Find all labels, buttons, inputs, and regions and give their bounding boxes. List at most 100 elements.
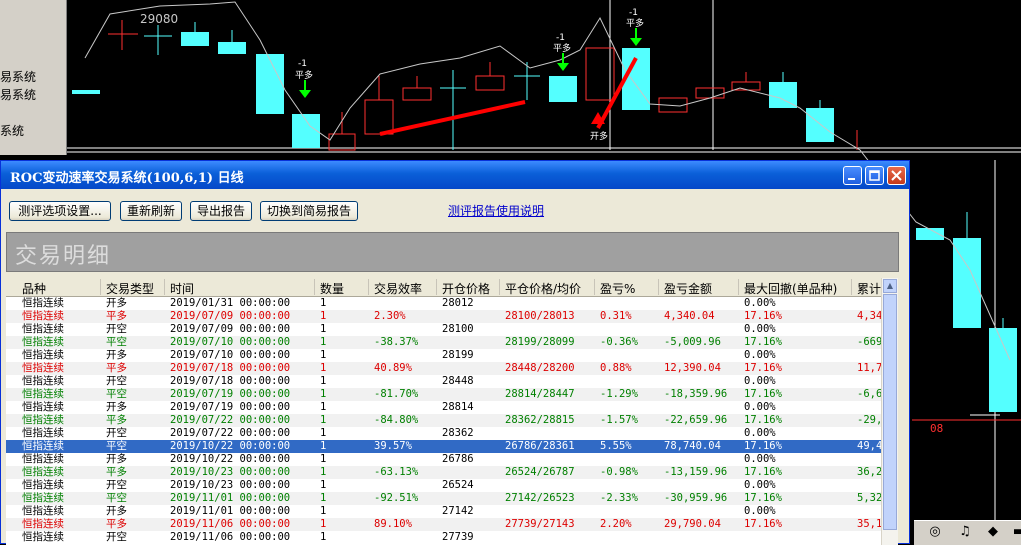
table-cell: 28362: [442, 427, 474, 439]
table-cell: -92.51%: [374, 492, 419, 504]
table-row[interactable]: 恒指连续 平多 2019/07/22 00:00:00 1 -84.80% 28362/2…: [6, 414, 881, 427]
column-header[interactable]: 开仓价格: [442, 280, 490, 297]
column-header[interactable]: 平仓价格/均价: [505, 280, 581, 297]
scroll-up-button[interactable]: ▲: [883, 279, 897, 293]
column-header[interactable]: 时间: [170, 280, 194, 297]
table-cell: 28100: [442, 323, 474, 335]
column-separator: [314, 279, 315, 295]
column-header[interactable]: 盈亏%: [600, 280, 635, 297]
table-cell: 28199/28099: [505, 336, 575, 348]
table-cell: 2019/07/10 00:00:00: [170, 349, 291, 361]
table-cell: 开多: [106, 401, 127, 413]
table-cell: 开多: [106, 297, 127, 309]
maximize-button[interactable]: [865, 166, 884, 185]
table-cell: 1: [320, 388, 327, 400]
table-cell: 1: [320, 323, 327, 335]
table-cell: 2019/10/23 00:00:00: [170, 479, 291, 491]
table-cell: 1: [320, 414, 327, 426]
table-cell: 0.00%: [744, 453, 776, 465]
table-cell: 平空: [106, 336, 127, 348]
help-icon[interactable]: ◎: [926, 523, 944, 541]
table-cell: 17.16%: [744, 362, 782, 374]
table-row[interactable]: 恒指连续 开多 2019/07/19 00:00:00 1 28814 0.00%: [6, 401, 881, 414]
signal-count: -1: [556, 33, 565, 43]
table-cell: 恒指连续: [22, 349, 64, 361]
column-separator: [851, 279, 852, 295]
left-panel-line: 易系统: [0, 70, 37, 84]
column-header[interactable]: 最大回撤(单品种): [744, 280, 837, 297]
table-row[interactable]: 恒指连续 开多 2019/07/10 00:00:00 1 28199 0.00%: [6, 349, 881, 362]
table-cell: 平空: [106, 492, 127, 504]
table-cell: 2019/11/06 00:00:00: [170, 518, 291, 530]
window-titlebar[interactable]: ROC变动速率交易系统(100,6,1) 日线: [1, 161, 909, 189]
table-cell: 78,740.04: [664, 440, 721, 452]
bell-icon[interactable]: ♫: [956, 523, 974, 541]
report-window: ROC变动速率交易系统(100,6,1) 日线 测评选项设置... 重新刷新 导…: [0, 160, 910, 545]
close-button[interactable]: [887, 166, 906, 185]
left-panel-line: 易系统: [0, 88, 37, 102]
table-cell: -5,009.96: [664, 336, 721, 348]
table-row[interactable]: 恒指连续 开多 2019/01/31 00:00:00 1 28012 0.00%: [6, 297, 881, 310]
table-row[interactable]: 恒指连续 开多 2019/10/22 00:00:00 1 26786 0.00%: [6, 453, 881, 466]
table-cell: 恒指连续: [22, 388, 64, 400]
table-cell: 2019/07/19 00:00:00: [170, 388, 291, 400]
folder-icon[interactable]: ▬: [1010, 523, 1021, 541]
table-cell: 17.16%: [744, 414, 782, 426]
minimize-button[interactable]: [843, 166, 862, 185]
column-header[interactable]: 累计: [857, 280, 881, 297]
tag-icon[interactable]: ◆: [984, 523, 1002, 541]
table-row[interactable]: 恒指连续 开多 2019/11/01 00:00:00 1 27142 0.00%: [6, 505, 881, 518]
column-header[interactable]: 交易效率: [374, 280, 422, 297]
left-panel: 易系统 易系统 系统: [0, 0, 67, 155]
table-cell: 28362/28815: [505, 414, 575, 426]
table-row[interactable]: 恒指连续 开空 2019/11/06 00:00:00 1 27739: [6, 531, 881, 544]
table-cell: 26524: [442, 479, 474, 491]
table-cell: 5,32: [857, 492, 881, 504]
column-separator: [164, 279, 165, 295]
table-cell: -30,959.96: [664, 492, 728, 504]
table-row[interactable]: 恒指连续 开空 2019/07/22 00:00:00 1 28362 0.00%: [6, 427, 881, 440]
table-cell: 恒指连续: [22, 466, 64, 478]
table-cell: 恒指连续: [22, 414, 64, 426]
table-cell: 平多: [106, 414, 127, 426]
refresh-button[interactable]: 重新刷新: [120, 201, 182, 221]
status-tray: ◎ ♫ ◆ ▬: [914, 520, 1021, 545]
scroll-thumb[interactable]: [883, 294, 897, 530]
table-row[interactable]: 恒指连续 平多 2019/10/23 00:00:00 1 -63.13% 26524/2…: [6, 466, 881, 479]
column-header[interactable]: 盈亏金额: [664, 280, 712, 297]
table-cell: 平多: [106, 362, 127, 374]
export-button[interactable]: 导出报告: [190, 201, 252, 221]
table-cell: 恒指连续: [22, 375, 64, 387]
column-header[interactable]: 交易类型: [106, 280, 154, 297]
table-cell: -669: [857, 336, 881, 348]
table-cell: 2.20%: [600, 518, 632, 530]
trade-table[interactable]: 品种 交易类型 时间 数量 交易效率 开仓价格 平仓价格/均价 盈亏% 盈亏金额 最大回撤(单品种…: [6, 278, 881, 545]
vertical-scrollbar[interactable]: ▲: [881, 278, 898, 545]
table-cell: 恒指连续: [22, 297, 64, 309]
column-header[interactable]: 品种: [22, 280, 46, 297]
table-row[interactable]: 恒指连续 平多 2019/11/06 00:00:00 1 89.10% 27739/27…: [6, 518, 881, 531]
table-row[interactable]: 恒指连续 平多 2019/07/09 00:00:00 1 2.30% 28100/280…: [6, 310, 881, 323]
help-link[interactable]: 测评报告使用说明: [448, 202, 544, 219]
signal-count: -1: [629, 8, 638, 18]
table-row[interactable]: 恒指连续 开空 2019/07/09 00:00:00 1 28100 0.00%: [6, 323, 881, 336]
table-cell: 恒指连续: [22, 362, 64, 374]
settings-button[interactable]: 测评选项设置...: [9, 201, 111, 221]
table-row[interactable]: 恒指连续 平空 2019/10/22 00:00:00 1 39.57% 26786/28…: [6, 440, 881, 453]
signal-label: 平多: [626, 17, 644, 29]
toolbar: 测评选项设置... 重新刷新 导出报告 切换到简易报告 测评报告使用说明: [1, 189, 909, 229]
table-cell: -0.36%: [600, 336, 638, 348]
table-cell: 开空: [106, 531, 127, 543]
table-row[interactable]: 恒指连续 平空 2019/07/19 00:00:00 1 -81.70% 28814/2…: [6, 388, 881, 401]
table-cell: 2019/07/18 00:00:00: [170, 362, 291, 374]
table-cell: -1.57%: [600, 414, 638, 426]
table-row[interactable]: 恒指连续 开空 2019/07/18 00:00:00 1 28448 0.00%: [6, 375, 881, 388]
switch-report-button[interactable]: 切换到简易报告: [260, 201, 358, 221]
table-row[interactable]: 恒指连续 平空 2019/07/10 00:00:00 1 -38.37% 28199/2…: [6, 336, 881, 349]
table-cell: 26786: [442, 453, 474, 465]
table-row[interactable]: 恒指连续 平多 2019/07/18 00:00:00 1 40.89% 28448/28…: [6, 362, 881, 375]
table-cell: 0.31%: [600, 310, 632, 322]
column-header[interactable]: 数量: [320, 280, 344, 297]
table-row[interactable]: 恒指连续 平空 2019/11/01 00:00:00 1 -92.51% 27142/2…: [6, 492, 881, 505]
table-row[interactable]: 恒指连续 开空 2019/10/23 00:00:00 1 26524 0.00%: [6, 479, 881, 492]
